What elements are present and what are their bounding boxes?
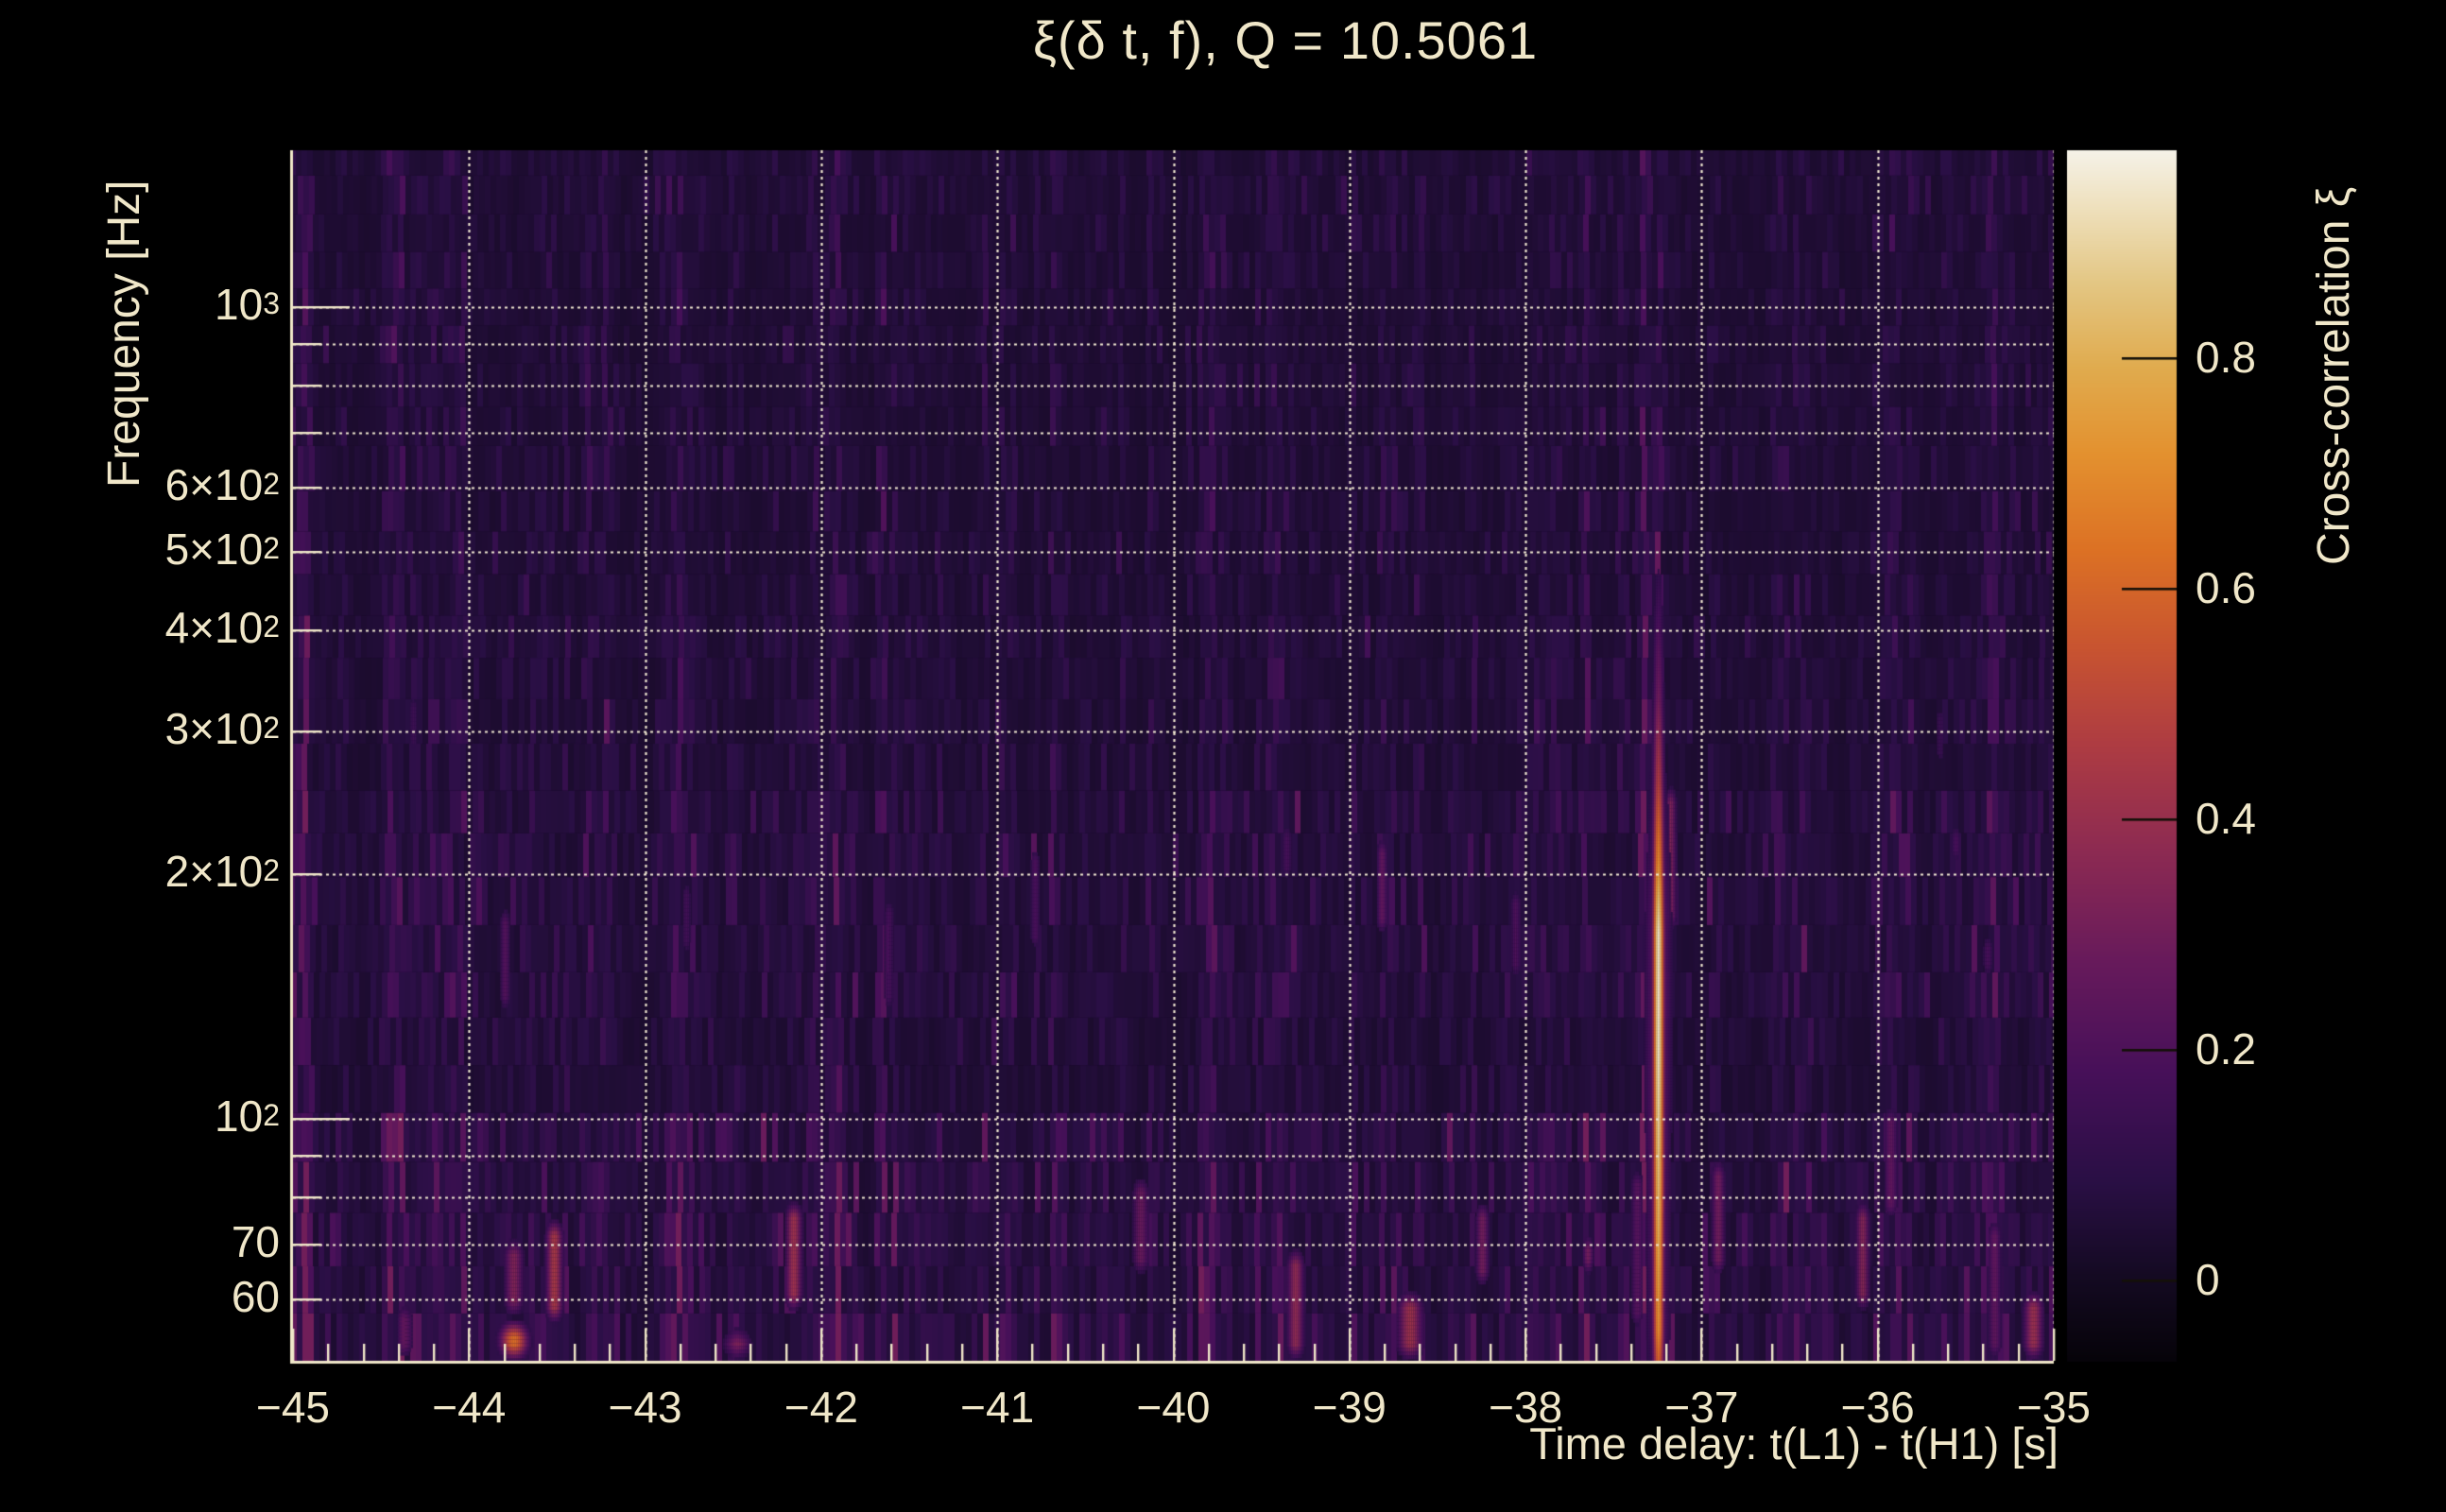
- y-tick-label: 4×102: [164, 602, 280, 652]
- colorbar-tick-label: 0.4: [2196, 793, 2256, 843]
- y-axis-title: Frequency [Hz]: [99, 180, 149, 488]
- y-tick-label: 5×102: [164, 524, 280, 574]
- x-tick-label: −45: [255, 1383, 331, 1432]
- x-tick-label: −37: [1664, 1383, 1739, 1432]
- spectrogram-canvas: [0, 0, 2446, 1512]
- colorbar-tick-label: 0: [2196, 1254, 2220, 1304]
- y-tick-label: 60: [231, 1271, 280, 1321]
- y-tick-label: 70: [231, 1217, 280, 1267]
- x-tick-label: −42: [784, 1383, 858, 1432]
- colorbar-title: Cross-correlation ξ: [2309, 186, 2359, 565]
- spectrogram-figure: ξ(δ t, f), Q = 10.5061 Frequency [Hz] Ti…: [0, 0, 2446, 1512]
- colorbar-tick-label: 0.8: [2196, 332, 2256, 382]
- x-tick-label: −43: [608, 1383, 682, 1432]
- y-tick-label: 6×102: [164, 459, 280, 509]
- colorbar-tick-label: 0.2: [2196, 1023, 2256, 1074]
- x-tick-label: −41: [960, 1383, 1035, 1432]
- x-tick-label: −36: [1840, 1383, 1915, 1432]
- y-tick-label: 2×102: [164, 847, 280, 897]
- x-tick-label: −44: [432, 1383, 507, 1432]
- chart-title: ξ(δ t, f), Q = 10.5061: [1032, 10, 1539, 70]
- x-tick-label: −39: [1312, 1383, 1387, 1432]
- x-tick-label: −38: [1489, 1383, 1563, 1432]
- colorbar-tick-label: 0.6: [2196, 562, 2256, 612]
- y-tick-label: 103: [215, 280, 280, 329]
- x-tick-label: −35: [2016, 1383, 2092, 1432]
- y-tick-label: 3×102: [164, 704, 280, 754]
- x-tick-label: −40: [1136, 1383, 1211, 1432]
- y-tick-label: 102: [215, 1091, 280, 1141]
